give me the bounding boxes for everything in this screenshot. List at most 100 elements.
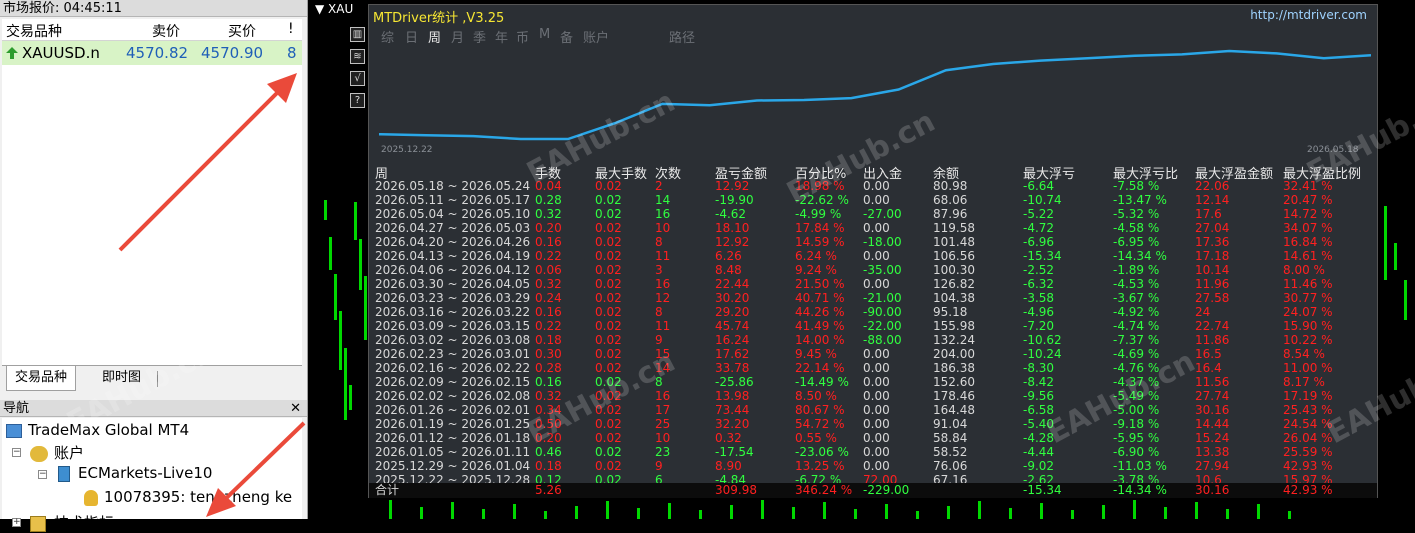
table-cell: -8.42 <box>1023 375 1055 389</box>
tab-m[interactable]: M <box>539 27 550 42</box>
table-cell: 0.50 <box>535 417 562 431</box>
candle <box>916 511 919 519</box>
table-cell: 27.94 <box>1195 459 1230 473</box>
table-cell: 0.02 <box>595 431 622 445</box>
tab-year[interactable]: 年 <box>495 27 508 46</box>
table-cell: 0.00 <box>863 179 890 193</box>
table-cell: 2026.01.05 ~ 2026.01.11 <box>375 445 531 459</box>
table-cell: -9.18 % <box>1113 417 1160 431</box>
table-cell: 0.02 <box>595 403 622 417</box>
table-cell: 8 <box>655 375 663 389</box>
table-row: 2026.01.12 ~ 2026.01.18 0.20 0.02 10 0.32 0.5… <box>369 431 1379 445</box>
table-cell: 0.02 <box>595 361 622 375</box>
tab-path[interactable]: 路径 <box>669 27 695 46</box>
table-cell: 30.16 <box>1195 403 1230 417</box>
table-cell: 8.54 % <box>1283 347 1325 361</box>
table-cell: 16.5 <box>1195 347 1222 361</box>
tab-backup[interactable]: 备 <box>560 27 573 46</box>
candle <box>885 504 888 519</box>
tab-account[interactable]: 账户 <box>583 27 609 46</box>
table-cell: 8.50 % <box>795 389 837 403</box>
table-cell: 8.17 % <box>1283 375 1325 389</box>
table-cell: 178.46 <box>933 389 975 403</box>
candle <box>334 274 337 320</box>
table-cell: -6.90 % <box>1113 445 1160 459</box>
table-cell: 16 <box>655 207 671 221</box>
table-cell: 104.38 <box>933 291 975 305</box>
indicator-icon[interactable]: ≋ <box>350 49 365 64</box>
tree-item-platform[interactable]: TradeMax Global MT4 <box>6 421 189 439</box>
tab-summary[interactable]: 综 <box>381 27 394 46</box>
candle <box>1404 280 1407 320</box>
tab-currency[interactable]: 币 <box>516 27 529 46</box>
table-cell: 13.25 % <box>795 459 845 473</box>
tab-tick-chart[interactable]: 即时图 <box>94 366 149 391</box>
tree-item-server[interactable]: ECMarkets-Live10 <box>58 464 212 482</box>
candle <box>1133 500 1136 519</box>
market-watch-row[interactable]: XAUUSD.n 4570.82 4570.90 8 <box>2 41 302 65</box>
tab-month[interactable]: 月 <box>451 27 464 46</box>
table-row: 2026.02.16 ~ 2026.02.22 0.28 0.02 14 33.78 22… <box>369 361 1379 375</box>
server-icon <box>58 465 70 482</box>
candle <box>339 311 342 370</box>
table-cell: 11 <box>655 319 671 333</box>
table-cell: 12.92 <box>715 179 750 193</box>
table-cell: -35.00 <box>863 263 902 277</box>
table-cell: 2026.05.11 ~ 2026.05.17 <box>375 193 531 207</box>
table-cell: 204.00 <box>933 347 975 361</box>
candle <box>978 501 981 519</box>
table-cell: 0.34 <box>535 403 562 417</box>
candle <box>451 502 454 519</box>
table-cell: 9.24 % <box>795 263 837 277</box>
table-cell: 17.84 % <box>795 221 845 235</box>
table-cell: 80.67 % <box>795 403 845 417</box>
candle <box>354 202 357 240</box>
tree-item-accounts[interactable]: 账户 <box>30 442 84 463</box>
table-cell: 25.43 % <box>1283 403 1333 417</box>
check-icon[interactable]: √ <box>350 71 365 86</box>
navigator-title: 导航 ✕ <box>0 400 307 417</box>
table-cell: 30.77 % <box>1283 291 1333 305</box>
table-row: 2026.04.27 ~ 2026.05.03 0.20 0.02 10 18.10 17… <box>369 221 1379 235</box>
table-cell: 17 <box>655 403 671 417</box>
table-cell: 106.56 <box>933 249 975 263</box>
col-symbol-header[interactable]: 交易品种 <box>6 21 62 41</box>
table-row: 2026.05.11 ~ 2026.05.17 0.28 0.02 14 -19.90 -… <box>369 193 1379 207</box>
table-cell: 23 <box>655 445 671 459</box>
chart-icon[interactable]: ▥ <box>350 27 365 42</box>
tab-day[interactable]: 日 <box>405 27 418 46</box>
help-icon[interactable]: ? <box>350 93 365 108</box>
tree-item-indicators[interactable]: 技术指标 <box>30 512 114 533</box>
col-bid-header[interactable]: 卖价 <box>152 21 180 41</box>
table-cell: 9 <box>655 459 663 473</box>
close-icon[interactable]: ✕ <box>290 400 301 417</box>
expand-icon[interactable]: + <box>12 518 21 527</box>
total-max-float-pct: 42.93 % <box>1283 483 1333 497</box>
table-cell: 2026.03.23 ~ 2026.03.29 <box>375 291 531 305</box>
table-cell: 17.36 <box>1195 235 1230 249</box>
table-cell: 73.44 <box>715 403 750 417</box>
candle <box>1394 243 1397 270</box>
ask-price: 4570.90 <box>201 44 264 62</box>
tab-quarter[interactable]: 季 <box>473 27 486 46</box>
table-cell: -9.02 <box>1023 459 1055 473</box>
tab-week[interactable]: 周 <box>428 27 441 46</box>
collapse-icon[interactable]: − <box>12 448 21 457</box>
bid-price: 4570.82 <box>126 44 189 62</box>
table-cell: 0.00 <box>863 375 890 389</box>
table-cell: -2.52 <box>1023 263 1055 277</box>
table-cell: 0.06 <box>535 263 562 277</box>
col-spread-header[interactable]: ! <box>288 21 294 37</box>
table-cell: -10.24 <box>1023 347 1062 361</box>
table-cell: 10.14 <box>1195 263 1230 277</box>
dashboard-url-link[interactable]: http://mtdriver.com <box>1250 8 1367 22</box>
table-cell: 0.00 <box>863 445 890 459</box>
candle <box>668 503 671 519</box>
table-cell: 2026.03.30 ~ 2026.04.05 <box>375 277 531 291</box>
collapse-icon[interactable]: − <box>38 470 47 479</box>
table-cell: 0.32 <box>715 431 742 445</box>
table-cell: 15.90 % <box>1283 319 1333 333</box>
col-ask-header[interactable]: 买价 <box>228 21 256 41</box>
table-cell: -15.34 <box>1023 249 1062 263</box>
tab-symbols[interactable]: 交易品种 <box>6 366 77 391</box>
